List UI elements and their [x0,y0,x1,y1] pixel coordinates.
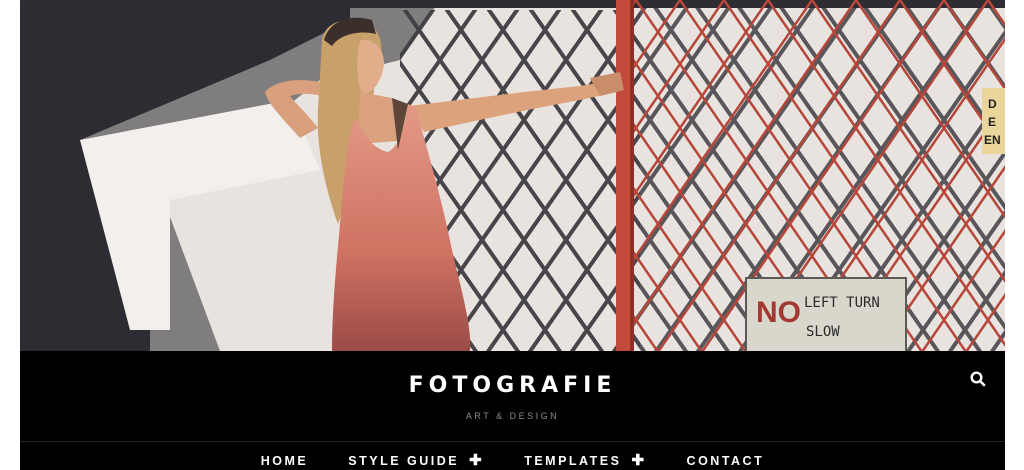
search-icon[interactable] [969,370,987,388]
svg-text:SLOW: SLOW [806,324,840,340]
main-navigation: HOME STYLE GUIDE ✚ TEMPLATES ✚ CONTACT [20,442,1005,470]
hero-image: NO LEFT TURN SLOW D E EN [20,0,1005,351]
nav-item-label: TEMPLATES [524,454,622,468]
plus-icon[interactable]: ✚ [631,453,646,468]
nav-item-label: STYLE GUIDE [348,454,460,468]
svg-text:LEFT TURN: LEFT TURN [804,295,880,311]
page: NO LEFT TURN SLOW D E EN FOTOGRAFIE ART … [20,0,1005,470]
nav-item-templates[interactable]: TEMPLATES ✚ [524,442,646,470]
svg-text:E: E [988,115,996,129]
nav-item-style-guide[interactable]: STYLE GUIDE ✚ [348,442,484,470]
plus-icon[interactable]: ✚ [469,453,484,468]
nav-item-home[interactable]: HOME [261,442,309,470]
svg-text:NO: NO [756,296,801,329]
svg-text:EN: EN [984,133,1001,147]
svg-text:D: D [988,97,997,111]
hero-photo-illustration: NO LEFT TURN SLOW D E EN [20,0,1005,351]
nav-item-contact[interactable]: CONTACT [687,442,765,470]
site-header: FOTOGRAFIE ART & DESIGN [20,351,1005,441]
site-title[interactable]: FOTOGRAFIE [20,373,1005,398]
site-tagline: ART & DESIGN [465,411,560,421]
nav-item-label: CONTACT [686,454,765,468]
nav-item-label: HOME [260,454,309,468]
